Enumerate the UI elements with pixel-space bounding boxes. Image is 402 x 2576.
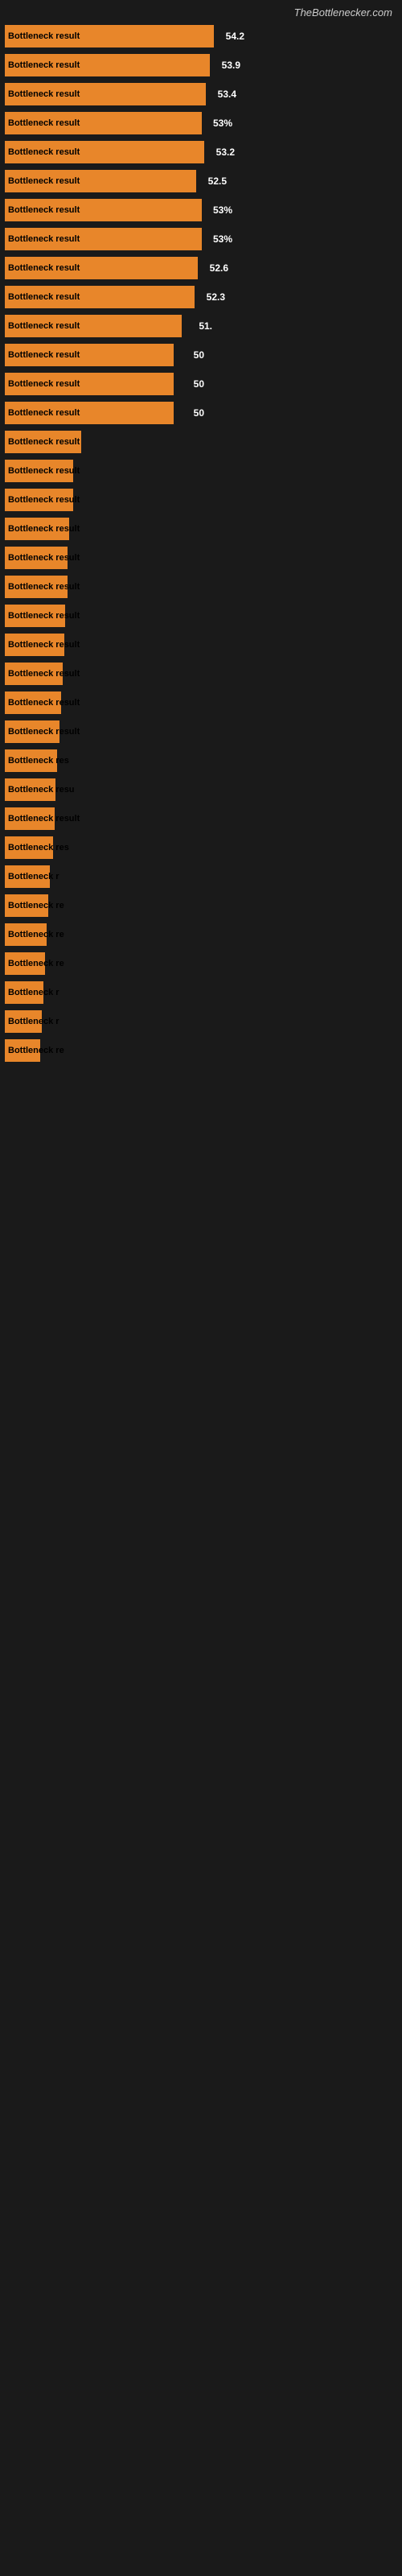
bar-label: Bottleneck result (8, 205, 80, 215)
list-item: Bottleneck resu (0, 775, 402, 804)
bar-label: Bottleneck resu (8, 785, 75, 795)
bar-label: Bottleneck r (8, 1017, 59, 1026)
bar-value: 50 (194, 407, 204, 419)
list-item: Bottleneck result 52.3 (0, 283, 402, 312)
site-header: TheBottlenecker.com (0, 0, 402, 22)
bar-label: Bottleneck result (8, 640, 80, 650)
list-item: Bottleneck result 53% (0, 225, 402, 254)
bar-label: Bottleneck re (8, 901, 64, 910)
list-item: Bottleneck res (0, 833, 402, 862)
bar-value: 53.9 (222, 60, 240, 71)
list-item: Bottleneck result (0, 804, 402, 833)
bar-label: Bottleneck result (8, 466, 80, 476)
bar-value: 52.6 (210, 262, 228, 274)
bar-label: Bottleneck result (8, 611, 80, 621)
bar-value: 53.2 (216, 147, 235, 158)
list-item: Bottleneck result 53% (0, 196, 402, 225)
bar-label: Bottleneck result (8, 118, 80, 128)
bar-label: Bottleneck result (8, 321, 80, 331)
bar-label: Bottleneck res (8, 756, 69, 766)
bar-label: Bottleneck result (8, 147, 80, 157)
list-item: Bottleneck result (0, 514, 402, 543)
bar-value: 53% (213, 233, 232, 245)
list-item: Bottleneck result 50 (0, 398, 402, 427)
bar-label: Bottleneck result (8, 553, 80, 563)
list-item: Bottleneck result (0, 688, 402, 717)
bar-label: Bottleneck result (8, 263, 80, 273)
list-item: Bottleneck result (0, 659, 402, 688)
list-item: Bottleneck r (0, 862, 402, 891)
bar-value: 53.4 (218, 89, 236, 100)
bar-label: Bottleneck re (8, 1046, 64, 1055)
bar-label: Bottleneck re (8, 930, 64, 939)
bar-value: 51. (199, 320, 212, 332)
list-item: Bottleneck result 54.2 (0, 22, 402, 51)
bar-value: 52.5 (208, 175, 227, 187)
list-item: Bottleneck re (0, 891, 402, 920)
list-item: Bottleneck result 53.2 (0, 138, 402, 167)
list-item: Bottleneck result 50 (0, 369, 402, 398)
bar-label: Bottleneck result (8, 524, 80, 534)
bar-value: 50 (194, 349, 204, 361)
bar-label: Bottleneck result (8, 408, 80, 418)
bar-label: Bottleneck result (8, 814, 80, 824)
bar-value: 54.2 (226, 31, 244, 42)
list-item: Bottleneck result (0, 572, 402, 601)
bar-label: Bottleneck result (8, 379, 80, 389)
list-item: Bottleneck result (0, 630, 402, 659)
list-item: Bottleneck result 53% (0, 109, 402, 138)
list-item: Bottleneck result (0, 456, 402, 485)
list-item: Bottleneck result (0, 427, 402, 456)
list-item: Bottleneck result 51. (0, 312, 402, 341)
bar-value: 50 (194, 378, 204, 390)
bar-label: Bottleneck result (8, 292, 80, 302)
bar-label: Bottleneck result (8, 698, 80, 708)
bars-list: Bottleneck result 54.2 Bottleneck result 53… (0, 22, 402, 1065)
list-item: Bottleneck result 50 (0, 341, 402, 369)
bar-label: Bottleneck result (8, 727, 80, 737)
bar-label: Bottleneck result (8, 176, 80, 186)
list-item: Bottleneck re (0, 949, 402, 978)
bar-value: 53% (213, 118, 232, 129)
bar-label: Bottleneck result (8, 582, 80, 592)
list-item: Bottleneck re (0, 1036, 402, 1065)
bar-label: Bottleneck r (8, 872, 59, 881)
list-item: Bottleneck result (0, 543, 402, 572)
bar-label: Bottleneck result (8, 350, 80, 360)
list-item: Bottleneck result (0, 717, 402, 746)
list-item: Bottleneck result (0, 601, 402, 630)
list-item: Bottleneck result 53.4 (0, 80, 402, 109)
list-item: Bottleneck r (0, 1007, 402, 1036)
list-item: Bottleneck result 52.6 (0, 254, 402, 283)
bar-value: 53% (213, 204, 232, 216)
bar-label: Bottleneck result (8, 234, 80, 244)
bar-label: Bottleneck res (8, 843, 69, 852)
bar-value: 52.3 (207, 291, 225, 303)
bar-label: Bottleneck result (8, 89, 80, 99)
bar-label: Bottleneck result (8, 60, 80, 70)
bar-label: Bottleneck re (8, 959, 64, 968)
list-item: Bottleneck res (0, 746, 402, 775)
bar-label: Bottleneck r (8, 988, 59, 997)
bar-label: Bottleneck result (8, 669, 80, 679)
list-item: Bottleneck result 53.9 (0, 51, 402, 80)
list-item: Bottleneck re (0, 920, 402, 949)
list-item: Bottleneck result 52.5 (0, 167, 402, 196)
bar-label: Bottleneck result (8, 437, 80, 447)
bar-label: Bottleneck result (8, 495, 80, 505)
bar-label: Bottleneck result (8, 31, 80, 41)
list-item: Bottleneck r (0, 978, 402, 1007)
list-item: Bottleneck result (0, 485, 402, 514)
